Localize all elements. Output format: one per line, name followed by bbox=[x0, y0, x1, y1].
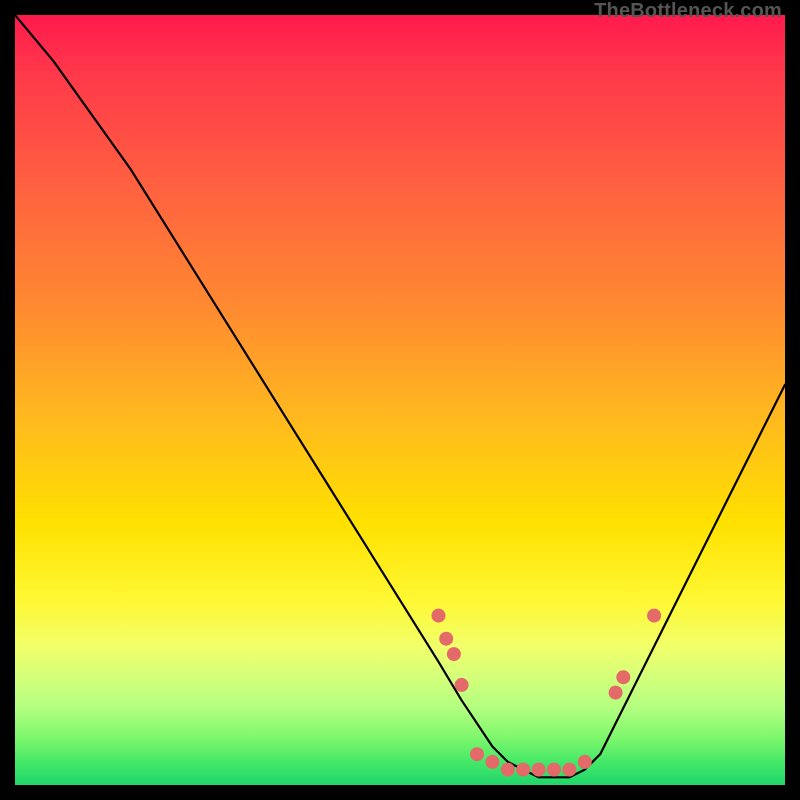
curve-marker bbox=[447, 647, 461, 661]
curve-marker bbox=[501, 763, 515, 777]
curve-marker bbox=[516, 763, 530, 777]
curve-layer bbox=[15, 15, 785, 785]
curve-markers bbox=[432, 609, 662, 777]
curve-marker bbox=[455, 678, 469, 692]
curve-marker bbox=[609, 686, 623, 700]
curve-marker bbox=[439, 632, 453, 646]
curve-marker bbox=[578, 755, 592, 769]
watermark-text: TheBottleneck.com bbox=[594, 0, 782, 23]
chart-stage: TheBottleneck.com bbox=[0, 0, 800, 800]
curve-marker bbox=[562, 763, 576, 777]
curve-marker bbox=[647, 609, 661, 623]
curve-marker bbox=[547, 763, 561, 777]
bottleneck-curve bbox=[15, 15, 785, 777]
curve-marker bbox=[470, 747, 484, 761]
curve-marker bbox=[532, 763, 546, 777]
curve-marker bbox=[616, 670, 630, 684]
curve-marker bbox=[432, 609, 446, 623]
plot-area bbox=[15, 15, 785, 785]
curve-marker bbox=[485, 755, 499, 769]
